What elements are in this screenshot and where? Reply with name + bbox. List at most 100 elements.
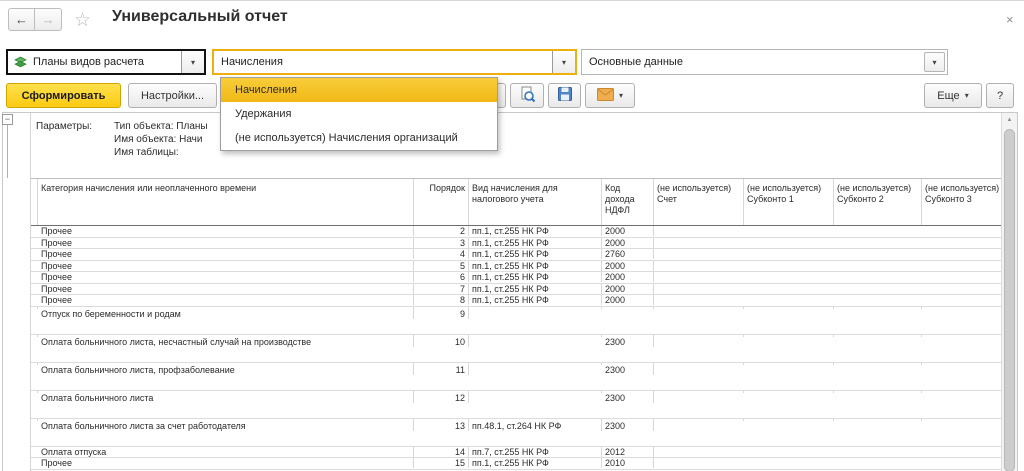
row-gutter-cell[interactable] — [31, 335, 38, 337]
table-cell[interactable]: 10 — [414, 335, 469, 347]
table-cell[interactable]: 2000 — [602, 284, 654, 294]
table-cell[interactable]: пп.1, ст.255 НК РФ — [469, 249, 602, 259]
table-cell[interactable]: 2760 — [602, 249, 654, 259]
table-row[interactable]: Прочее4пп.1, ст.255 НК РФ2760 — [31, 249, 1001, 261]
table-row[interactable]: Прочее15пп.1, ст.255 НК РФ2010 — [31, 458, 1001, 470]
table-row[interactable]: Оплата больничного листа, несчастный слу… — [31, 335, 1001, 363]
table-cell[interactable]: пп.1, ст.255 НК РФ — [469, 226, 602, 236]
data-composition-dropdown-button[interactable]: ▾ — [924, 52, 945, 72]
table-cell[interactable]: пп.1, ст.255 НК РФ — [469, 458, 602, 468]
table-cell[interactable]: 4 — [414, 249, 469, 259]
table-cell[interactable]: Оплата больничного листа, профзаболевани… — [38, 363, 414, 375]
row-gutter-cell[interactable] — [31, 363, 38, 365]
table-cell[interactable]: 3 — [414, 238, 469, 248]
object-type-dropdown-button[interactable]: ▾ — [181, 51, 204, 73]
table-cell[interactable]: 2012 — [602, 447, 654, 457]
table-cell[interactable]: 8 — [414, 295, 469, 305]
favorite-star-icon[interactable]: ☆ — [74, 9, 91, 32]
table-cell[interactable] — [469, 363, 602, 365]
table-cell[interactable] — [744, 391, 834, 393]
table-cell[interactable] — [654, 419, 744, 421]
table-row[interactable]: Оплата больничного листа122300 — [31, 391, 1001, 419]
table-cell[interactable]: Прочее — [38, 458, 414, 468]
save-button[interactable] — [548, 83, 581, 108]
table-row[interactable]: Прочее5пп.1, ст.255 НК РФ2000 — [31, 261, 1001, 273]
table-row[interactable]: Прочее3пп.1, ст.255 НК РФ2000 — [31, 238, 1001, 250]
table-cell[interactable]: Прочее — [38, 272, 414, 282]
table-cell[interactable]: 2300 — [602, 363, 654, 375]
table-cell[interactable]: 2010 — [602, 458, 654, 468]
table-cell[interactable] — [744, 307, 834, 309]
table-cell[interactable]: пп.1, ст.255 НК РФ — [469, 238, 602, 248]
table-row[interactable]: Отпуск по беременности и родам9 — [31, 307, 1001, 335]
table-cell[interactable] — [744, 363, 834, 365]
table-cell[interactable] — [744, 419, 834, 421]
table-cell[interactable]: 12 — [414, 391, 469, 403]
table-row[interactable]: Оплата больничного листа, профзаболевани… — [31, 363, 1001, 391]
object-dropdown-button[interactable]: ▾ — [552, 51, 575, 73]
table-cell[interactable] — [922, 419, 1001, 421]
scroll-up-icon[interactable]: ▲ — [1002, 113, 1017, 127]
table-cell[interactable]: Прочее — [38, 249, 414, 259]
table-cell[interactable]: 9 — [414, 307, 469, 319]
table-cell[interactable]: Оплата больничного листа — [38, 391, 414, 403]
table-cell[interactable] — [834, 419, 922, 421]
table-cell[interactable]: 2000 — [602, 226, 654, 236]
help-button[interactable]: ? — [986, 83, 1014, 108]
table-cell[interactable] — [834, 307, 922, 309]
generate-button[interactable]: Сформировать — [6, 83, 121, 108]
object-type-combobox[interactable]: Планы видов расчета ▾ — [6, 49, 206, 75]
table-cell[interactable]: Прочее — [38, 295, 414, 305]
table-cell[interactable]: 5 — [414, 261, 469, 271]
table-cell[interactable]: 2000 — [602, 295, 654, 305]
table-cell[interactable]: 2000 — [602, 238, 654, 248]
table-cell[interactable] — [654, 363, 744, 365]
more-button[interactable]: Еще ▾ — [924, 83, 982, 108]
table-cell[interactable]: 14 — [414, 447, 469, 457]
table-cell[interactable]: 6 — [414, 272, 469, 282]
table-cell[interactable]: 2000 — [602, 261, 654, 271]
table-cell[interactable] — [654, 307, 744, 309]
dropdown-item[interactable]: Удержания — [221, 102, 497, 126]
table-cell[interactable]: 11 — [414, 363, 469, 375]
forward-button[interactable]: → — [35, 8, 62, 31]
table-cell[interactable] — [602, 307, 654, 309]
table-cell[interactable] — [922, 363, 1001, 365]
object-combobox[interactable]: Начисления ▾ — [212, 49, 577, 75]
table-cell[interactable]: 2300 — [602, 335, 654, 347]
table-cell[interactable]: 7 — [414, 284, 469, 294]
vertical-scrollbar[interactable]: ▲ — [1001, 113, 1017, 471]
table-cell[interactable]: 2000 — [602, 272, 654, 282]
table-cell[interactable]: Оплата отпуска — [38, 447, 414, 457]
back-button[interactable]: ← — [8, 8, 35, 31]
table-row[interactable]: Прочее7пп.1, ст.255 НК РФ2000 — [31, 284, 1001, 296]
table-cell[interactable]: Оплата больничного листа, несчастный слу… — [38, 335, 414, 347]
close-icon[interactable]: × — [1006, 12, 1014, 27]
table-cell[interactable]: Прочее — [38, 238, 414, 248]
table-cell[interactable]: пп.1, ст.255 НК РФ — [469, 272, 602, 282]
table-cell[interactable] — [654, 335, 744, 337]
table-cell[interactable] — [834, 391, 922, 393]
row-gutter-cell[interactable] — [31, 419, 38, 421]
group-collapse-button[interactable]: − — [2, 114, 13, 125]
data-composition-combobox[interactable]: Основные данные ▾ — [581, 49, 948, 75]
dropdown-item[interactable]: Начисления — [221, 78, 497, 102]
mail-button[interactable]: ▾ — [585, 83, 635, 108]
table-cell[interactable]: Прочее — [38, 261, 414, 271]
table-cell[interactable]: Оплата больничного листа за счет работод… — [38, 419, 414, 431]
table-cell[interactable] — [922, 307, 1001, 309]
dropdown-item[interactable]: (не используется) Начисления организаций — [221, 126, 497, 150]
table-cell[interactable]: 15 — [414, 458, 469, 468]
table-cell[interactable] — [469, 307, 602, 309]
table-row[interactable]: Прочее8пп.1, ст.255 НК РФ2000 — [31, 295, 1001, 307]
table-row[interactable]: Прочее6пп.1, ст.255 НК РФ2000 — [31, 272, 1001, 284]
table-cell[interactable]: Прочее — [38, 226, 414, 236]
table-cell[interactable] — [834, 335, 922, 337]
table-cell[interactable] — [469, 335, 602, 337]
table-row[interactable]: Прочее2пп.1, ст.255 НК РФ2000 — [31, 226, 1001, 238]
scrollbar-thumb[interactable] — [1004, 129, 1015, 471]
settings-button[interactable]: Настройки... — [128, 83, 217, 108]
table-row[interactable]: Оплата отпуска14пп.7, ст.255 НК РФ2012 — [31, 447, 1001, 459]
table-cell[interactable]: 13 — [414, 419, 469, 431]
table-cell[interactable] — [744, 335, 834, 337]
